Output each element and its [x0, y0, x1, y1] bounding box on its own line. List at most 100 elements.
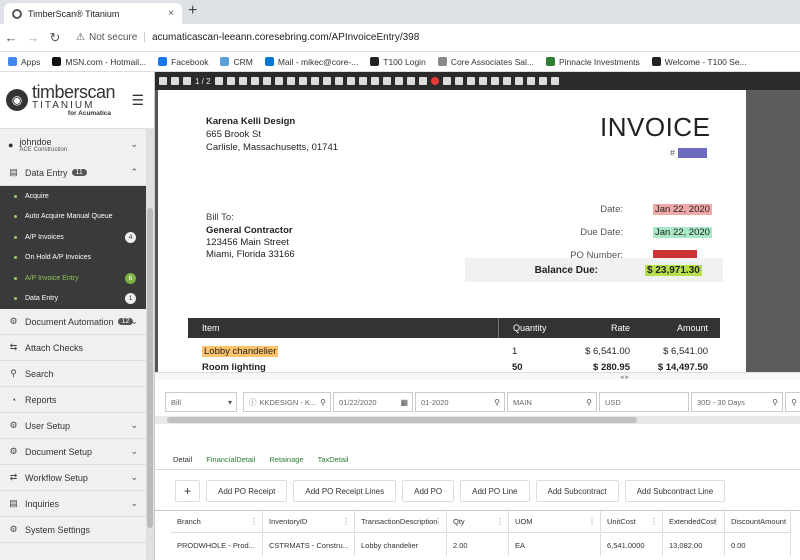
- crop-icon[interactable]: [442, 77, 451, 85]
- extra-icon[interactable]: [550, 77, 559, 85]
- add-po-receipt-button[interactable]: Add PO Receipt: [206, 480, 288, 502]
- sidebar-scrollbar[interactable]: [146, 128, 154, 560]
- bookmark-item[interactable]: Pinnacle Investments: [545, 57, 640, 67]
- column-header[interactable]: InventoryID ⋮: [263, 511, 355, 532]
- location-field[interactable]: MAIN ⚲: [507, 392, 597, 412]
- next-page-icon[interactable]: [183, 77, 191, 85]
- tab-detail[interactable]: Detail: [173, 455, 192, 464]
- pdf-viewer[interactable]: Karena Kelli Design 665 Brook St Carlisl…: [155, 90, 800, 372]
- shape-icon[interactable]: [346, 77, 355, 85]
- bookmark-item[interactable]: MSN.com - Hotmail...: [52, 57, 146, 67]
- zoom-out-icon[interactable]: [214, 77, 223, 85]
- underline-icon[interactable]: [298, 77, 307, 85]
- download-icon[interactable]: [466, 77, 475, 85]
- terms-field[interactable]: 30D - 30 Days ⚲: [691, 392, 783, 412]
- sidebar-item-inquiries[interactable]: ▤ Inquiries ⌄: [0, 491, 154, 517]
- sidebar-item-search[interactable]: ⚲ Search: [0, 361, 154, 387]
- column-menu-icon[interactable]: ⋮: [342, 517, 350, 526]
- table-row[interactable]: PRODWHOLE - Prod... CSTRMATS - Constru...…: [171, 534, 791, 556]
- table-cell[interactable]: 0.00: [725, 534, 791, 556]
- search-icon[interactable]: ⚲: [791, 398, 797, 407]
- timberscan-logo[interactable]: ◉ timberscan TITANIUM for Acumatica ☰: [0, 72, 154, 128]
- table-cell[interactable]: 2.00: [447, 534, 509, 556]
- column-header[interactable]: DiscountAmount: [725, 511, 791, 532]
- sidebar-item-workflow-setup[interactable]: ⇄ Workflow Setup ⌄: [0, 465, 154, 491]
- column-menu-icon[interactable]: ⋮: [588, 517, 596, 526]
- search-icon[interactable]: ⚲: [586, 398, 592, 407]
- new-tab-button[interactable]: +: [188, 2, 197, 20]
- tab-financialdetail[interactable]: FinancialDetail: [206, 455, 255, 464]
- add-po-receipt-lines-button[interactable]: Add PO Receipt Lines: [293, 480, 397, 502]
- form-horizontal-scrollbar[interactable]: [155, 416, 800, 424]
- forward-icon[interactable]: →: [22, 30, 44, 45]
- fit-page-icon[interactable]: [238, 77, 247, 85]
- search-icon[interactable]: ⚲: [320, 398, 326, 407]
- add-subcontract-line-button[interactable]: Add Subcontract Line: [624, 480, 726, 502]
- sidebar-subitem-data-entry[interactable]: Data Entry 1: [0, 289, 154, 310]
- select-icon[interactable]: [274, 77, 283, 85]
- sidebar-subitem-auto-acquire-manual-queue[interactable]: Auto Acquire Manual Queue: [0, 207, 154, 228]
- image-icon[interactable]: [406, 77, 415, 85]
- bookmark-item[interactable]: T100 Login: [370, 57, 426, 67]
- save-icon[interactable]: [490, 77, 499, 85]
- date-field[interactable]: 01/22/2020 ▦: [333, 392, 413, 412]
- currency-field[interactable]: USD: [599, 392, 689, 412]
- user-menu[interactable]: ● johndoe ACE Construction ⌄: [0, 128, 154, 160]
- reload-icon[interactable]: ↻: [44, 30, 66, 46]
- column-header[interactable]: ExtendedCost ⋮: [663, 511, 725, 532]
- signature-icon[interactable]: [394, 77, 403, 85]
- tab-taxdetail[interactable]: TaxDetail: [318, 455, 349, 464]
- url-field[interactable]: ⚠ Not secure | acumaticascan-leeann.core…: [76, 32, 419, 43]
- back-icon[interactable]: ←: [0, 30, 22, 45]
- column-header[interactable]: UOM ⋮: [509, 511, 601, 532]
- period-field[interactable]: 01-2020 ⚲: [415, 392, 505, 412]
- column-menu-icon[interactable]: ⋮: [712, 517, 720, 526]
- sidebar-item-document-setup[interactable]: ⚙ Document Setup ⌄: [0, 439, 154, 465]
- note-icon[interactable]: [322, 77, 331, 85]
- print-icon[interactable]: [478, 77, 487, 85]
- vendor-field[interactable]: ⓘ KKDESIGN - K... ⚲: [243, 392, 331, 412]
- tab-close-icon[interactable]: ×: [168, 8, 174, 19]
- sidebar-subitem-acquire[interactable]: Acquire: [0, 186, 154, 207]
- sidebar-subitem-a-p-invoices[interactable]: A/P Invoices 4: [0, 227, 154, 248]
- bookmark-item[interactable]: Facebook: [158, 57, 208, 67]
- sidebar-subitem-on-hold-a-p-invoices[interactable]: On Hold A/P Invoices: [0, 248, 154, 269]
- table-cell[interactable]: EA: [509, 534, 601, 556]
- sidebar-item-document-automation[interactable]: ⚙ Document Automation 12 ⌄: [0, 309, 154, 335]
- more-icon[interactable]: [514, 77, 523, 85]
- stamp-icon[interactable]: [382, 77, 391, 85]
- close-icon[interactable]: [538, 77, 547, 85]
- prev-page-icon[interactable]: [171, 77, 179, 85]
- bookmark-item[interactable]: Mail - mikec@core-...: [264, 57, 358, 67]
- bookmark-item[interactable]: Apps: [8, 57, 40, 67]
- strike-icon[interactable]: [310, 77, 319, 85]
- expand-icon[interactable]: [526, 77, 535, 85]
- column-menu-icon[interactable]: ⋮: [496, 517, 504, 526]
- tab-retainage[interactable]: Retainage: [269, 455, 303, 464]
- settings-icon[interactable]: [502, 77, 511, 85]
- more-field[interactable]: ⚲: [785, 392, 800, 412]
- add-button[interactable]: +: [175, 480, 201, 502]
- browser-tab[interactable]: TimberScan® Titanium ×: [4, 3, 182, 24]
- sidebar-item-system-settings[interactable]: ⚙ System Settings: [0, 517, 154, 543]
- column-menu-icon[interactable]: ⋮: [434, 517, 442, 526]
- sidebar-item-reports[interactable]: ◔ Reports: [0, 387, 154, 413]
- hamburger-menu-icon[interactable]: ☰: [131, 92, 144, 109]
- table-cell[interactable]: CSTRMATS - Constru...: [263, 534, 355, 556]
- sidebar-item-user-setup[interactable]: ⚙ User Setup ⌄: [0, 413, 154, 439]
- highlight-icon[interactable]: [286, 77, 295, 85]
- type-select[interactable]: Bill ▾: [165, 392, 237, 412]
- column-menu-icon[interactable]: ⋮: [250, 517, 258, 526]
- pan-icon[interactable]: [262, 77, 271, 85]
- bookmark-item[interactable]: Core Associates Sal...: [437, 57, 534, 67]
- search-icon[interactable]: ⚲: [494, 398, 500, 407]
- search-icon[interactable]: [454, 77, 463, 85]
- column-menu-icon[interactable]: ⋮: [650, 517, 658, 526]
- search-icon[interactable]: ⚲: [772, 398, 778, 407]
- table-cell[interactable]: Lobby chandelier: [355, 534, 447, 556]
- add-subcontract-button[interactable]: Add Subcontract: [535, 480, 619, 502]
- line-icon[interactable]: [358, 77, 367, 85]
- zoom-in-icon[interactable]: [226, 77, 235, 85]
- add-po-line-button[interactable]: Add PO Line: [460, 480, 530, 502]
- table-cell[interactable]: 6,541.0000: [601, 534, 663, 556]
